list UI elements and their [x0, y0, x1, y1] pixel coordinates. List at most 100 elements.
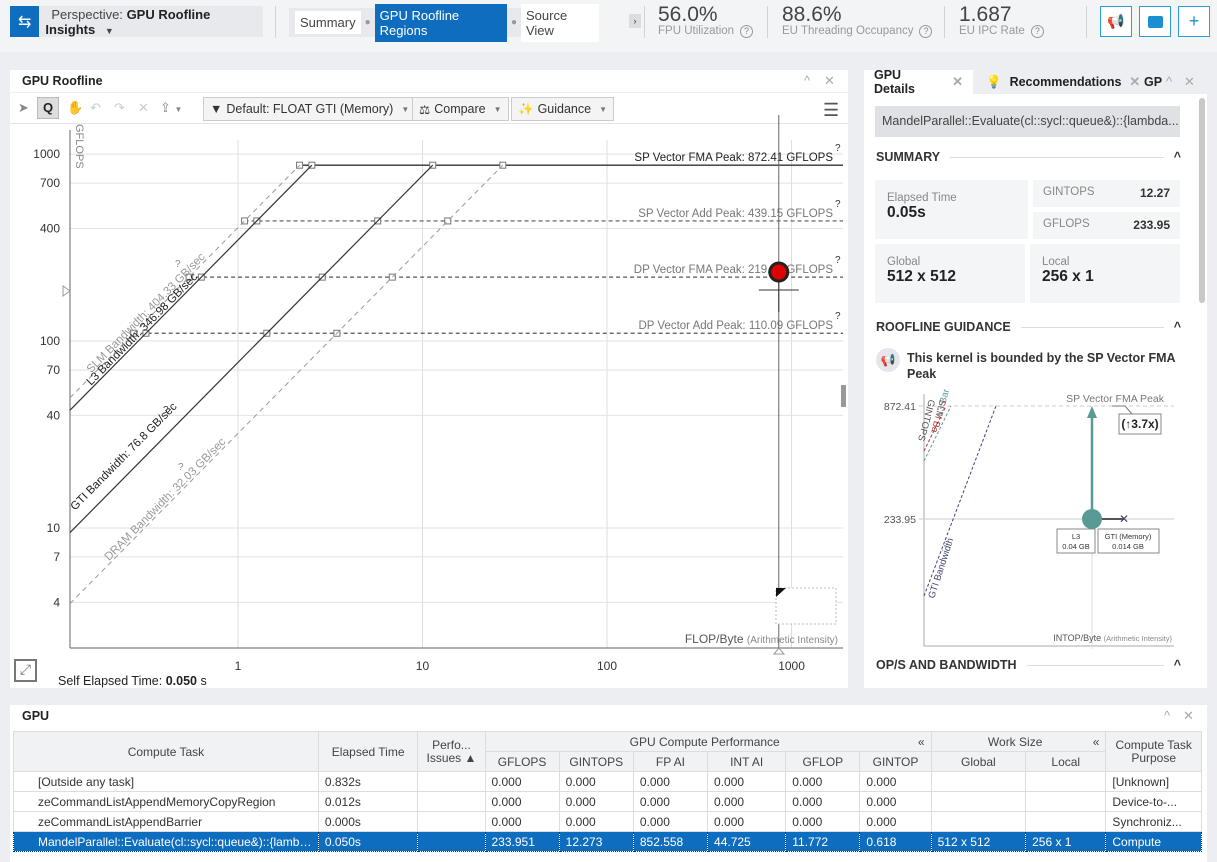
help-icon[interactable]: ? [1030, 25, 1044, 38]
table-cell: 0.000 [785, 791, 861, 812]
camera-icon [1147, 15, 1163, 28]
mini-l3-label: L3 [1072, 532, 1080, 541]
table-cell: 11.772 [785, 831, 861, 852]
resize-handle [841, 385, 846, 407]
tab-gpu-details[interactable]: GPU Details ✕ [864, 68, 973, 96]
x-tick-label: 100 [597, 659, 617, 673]
mini-bandwidth-label: GTI Bandwidth [926, 537, 956, 600]
mini-l3-value: 0.04 GB [1062, 542, 1090, 551]
col-purpose[interactable]: Compute Task Purpose [1105, 731, 1202, 772]
collapse-icon[interactable]: ^ [1166, 74, 1172, 89]
y-axis-label: GFLOPS [73, 124, 85, 169]
kernel-name: MandelParallel::Evaluate(cl::sycl::queue… [875, 106, 1180, 137]
col-int-ai[interactable]: INT AI [707, 751, 787, 772]
table-cell: 852.558 [632, 831, 709, 852]
summary-section-header[interactable]: SUMMARY ^ [876, 150, 1181, 164]
elapsed-time-card: Elapsed Time 0.05s [875, 180, 1028, 239]
x-slider-marker [772, 647, 786, 655]
y-tick-label: 40 [47, 408, 61, 422]
roofline-chart[interactable]: 1 10 100 1000 1000 700 400 100 70 40 10 7 4 GFLOPS FLO… [0, 0, 848, 688]
table-cell [1025, 811, 1107, 832]
col-global[interactable]: Global [930, 751, 1027, 772]
mini-kernel-point [1082, 509, 1102, 529]
help-marker: ? [178, 462, 184, 473]
col-gintops[interactable]: GINTOPS [558, 751, 634, 772]
col-elapsed-time[interactable]: Elapsed Time [317, 731, 419, 772]
table-cell: 0.000 [558, 771, 634, 792]
table-cell: 44.725 [707, 831, 787, 852]
table-cell: 0.000 [484, 791, 560, 812]
add-button[interactable]: + [1178, 6, 1210, 37]
table-cell: 0.012s [317, 791, 419, 812]
roof-label: SP Vector Add Peak: 439.15 GFLOPS [638, 208, 833, 220]
snapshot-button[interactable] [1139, 6, 1171, 37]
divider [944, 6, 945, 38]
table-cell: Device-to-... [1105, 791, 1202, 812]
plus-icon: + [1188, 11, 1200, 31]
table-cell: 0.000 [558, 791, 634, 812]
roofline-guidance-section-header[interactable]: ROOFLINE GUIDANCE ^ [876, 320, 1181, 334]
table-row[interactable]: MandelParallel::Evaluate(cl::sycl::queue… [13, 831, 1202, 852]
x-axis-label: FLOP/Byte (Arithmetic Intensity) [685, 632, 838, 646]
kernel-point [768, 261, 790, 283]
close-icon[interactable]: ✕ [1129, 74, 1140, 90]
details-tabs: GPU Details ✕ 💡 Recommendations ✕ GP ^ ✕ [864, 68, 1207, 96]
tab-gpu-more[interactable]: GP [1140, 70, 1168, 94]
mini-gti-label: GTI (Memory) [1105, 532, 1152, 541]
megaphone-icon: 📢 [1107, 13, 1125, 29]
help-marker: ? [163, 405, 169, 416]
col-local[interactable]: Local [1025, 751, 1107, 772]
table-row[interactable]: zeCommandListAppendMemoryCopyRegion 0.012… [13, 791, 1202, 812]
col-fp-ai[interactable]: FP AI [632, 751, 709, 772]
table-cell [1025, 791, 1107, 812]
help-marker: ? [835, 199, 841, 210]
scrollbar[interactable] [1199, 98, 1205, 303]
table-cell: Synchroniz... [1105, 811, 1202, 832]
x-tick-label: 1 [235, 659, 242, 673]
y-tick-label: 400 [40, 222, 60, 236]
table-row[interactable]: zeCommandListAppendBarrier 0.000s 0.000 0.0… [13, 811, 1202, 832]
megaphone-icon: 📢 [876, 348, 900, 372]
y-tick-label: 700 [40, 176, 60, 190]
table-cell: Compute [1105, 831, 1202, 852]
table-cell: 233.951 [484, 831, 560, 852]
global-size-card: Global 512 x 512 [875, 244, 1025, 303]
ops-bandwidth-section-header[interactable]: OP/S AND BANDWIDTH ^ [876, 658, 1181, 672]
table-cell [417, 811, 486, 832]
table-row[interactable]: [Outside any task] 0.832s 0.000 0.000 0.000 0… [13, 771, 1202, 792]
tab-recommendations[interactable]: 💡 Recommendations ✕ [976, 70, 1150, 94]
y-tick-label: 100 [40, 334, 60, 348]
table-cell: 0.000 [484, 771, 560, 792]
megaphone-button[interactable]: 📢 [1100, 6, 1132, 37]
table-cell: 12.273 [558, 831, 634, 852]
table-cell: 0.000 [859, 771, 932, 792]
help-icon[interactable]: ? [919, 25, 933, 38]
close-icon[interactable]: ✕ [1184, 74, 1195, 90]
col-perf-issues[interactable]: Perfo... Issues ▲ [417, 731, 486, 772]
roof-label: DP Vector FMA Peak: 219.76 GFLOPS [634, 264, 834, 276]
table-cell: 0.000 [707, 791, 787, 812]
table-cell: 0.000 [707, 811, 787, 832]
close-icon[interactable]: ✕ [952, 74, 963, 90]
col-gflop[interactable]: GFLOP [785, 751, 861, 772]
mini-x-axis-label: INTOP/Byte (Arithmetic Intensity) [1053, 633, 1172, 643]
col-gintop[interactable]: GINTOP [859, 751, 932, 772]
table-cell [417, 791, 486, 812]
gintops-card: GINTOPS 12.27 [1033, 180, 1180, 207]
help-marker: ? [175, 259, 181, 270]
x-tick-label: 10 [416, 659, 430, 673]
help-marker: ? [835, 143, 841, 154]
group-work-size[interactable]: Work Size « [930, 731, 1107, 752]
gpu-table-panel: GPU ^ ✕ Compute Task Elapsed Time Perfo.… [10, 705, 1207, 862]
table-cell: 0.000 [558, 811, 634, 832]
col-compute-task[interactable]: Compute Task [13, 731, 319, 772]
table-cell: 0.000 [484, 811, 560, 832]
close-icon[interactable]: ✕ [1183, 708, 1194, 724]
col-gflops[interactable]: GFLOPS [484, 751, 560, 772]
mini-gti-value: 0.014 GB [1112, 542, 1144, 551]
collapse-icon[interactable]: ^ [1164, 708, 1170, 723]
sort-up-icon: ▲ [464, 750, 477, 765]
group-gpu-compute-performance[interactable]: GPU Compute Performance « [484, 731, 932, 752]
table-cell: 0.000 [785, 811, 861, 832]
table-cell [1025, 771, 1107, 792]
